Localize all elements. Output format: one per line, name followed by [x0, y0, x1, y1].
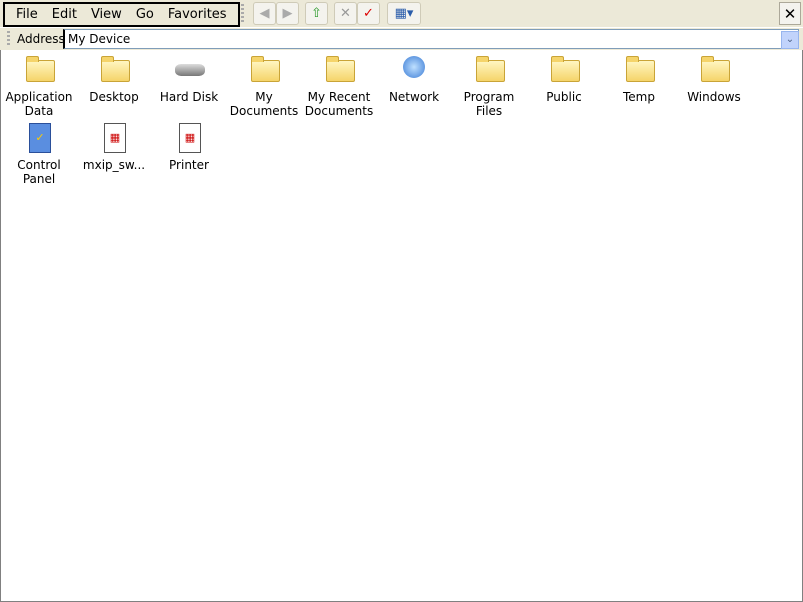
- properties-button[interactable]: ✓: [357, 2, 380, 25]
- views-button[interactable]: ▦▾: [387, 2, 421, 25]
- forward-button[interactable]: ▶: [276, 2, 299, 25]
- delete-button[interactable]: ✕: [334, 2, 357, 25]
- file-item-label: Application Data: [5, 90, 73, 118]
- folder-icon: [323, 54, 355, 86]
- file-item[interactable]: Desktop: [77, 54, 151, 104]
- menu-file[interactable]: File: [9, 7, 45, 22]
- address-dropdown-button[interactable]: ⌄: [781, 31, 799, 49]
- file-item-label: Desktop: [89, 90, 139, 104]
- file-item[interactable]: ▦ Printer: [152, 122, 226, 172]
- up-folder-button[interactable]: ⇧: [305, 2, 328, 25]
- file-item-label: mxip_sw...: [82, 158, 146, 172]
- hard-disk-icon: [173, 54, 205, 86]
- file-item-label: Network: [388, 90, 440, 104]
- file-item[interactable]: My Documents: [227, 54, 301, 118]
- file-item-label: Windows: [687, 90, 741, 104]
- file-item-label: Hard Disk: [159, 90, 219, 104]
- folder-icon: [698, 54, 730, 86]
- file-item[interactable]: ▦ mxip_sw...: [77, 122, 151, 172]
- menu-favorites[interactable]: Favorites: [161, 7, 234, 22]
- file-item[interactable]: Temp: [602, 54, 676, 104]
- address-grip[interactable]: [7, 31, 10, 47]
- menu-bar: File Edit View Go Favorites: [3, 2, 240, 27]
- folder-icon: [248, 54, 280, 86]
- file-item-label: My Recent Documents: [304, 90, 374, 118]
- file-item[interactable]: Network: [377, 54, 451, 104]
- control-panel-shortcut-icon: ✓: [23, 122, 55, 154]
- file-item-label: Control Panel: [17, 158, 61, 186]
- address-bar: Address My Device: [0, 28, 803, 50]
- back-button[interactable]: ◀: [253, 2, 276, 25]
- file-item[interactable]: Public: [527, 54, 601, 104]
- folder-icon: [623, 54, 655, 86]
- menu-edit[interactable]: Edit: [45, 7, 84, 22]
- file-item-label: My Documents: [229, 90, 299, 118]
- network-icon: [398, 54, 430, 86]
- close-button[interactable]: ✕: [779, 2, 801, 25]
- file-item-label: Program Files: [463, 90, 515, 118]
- toolbar-grip[interactable]: [241, 4, 244, 22]
- file-item[interactable]: Application Data: [2, 54, 76, 118]
- folder-icon: [98, 54, 130, 86]
- file-item-label: Temp: [623, 90, 655, 104]
- folder-icon: [473, 54, 505, 86]
- folder-icon: [548, 54, 580, 86]
- menu-view[interactable]: View: [84, 7, 129, 22]
- executable-icon: ▦: [173, 122, 205, 154]
- file-item[interactable]: Windows: [677, 54, 751, 104]
- menu-toolbar: File Edit View Go Favorites ◀ ▶ ⇧ ✕ ✓ ▦▾…: [0, 0, 803, 28]
- file-item[interactable]: My Recent Documents: [302, 54, 376, 118]
- file-item-label: Public: [546, 90, 582, 104]
- file-item[interactable]: Program Files: [452, 54, 526, 118]
- executable-icon: ▦: [98, 122, 130, 154]
- folder-icon: [23, 54, 55, 86]
- file-item[interactable]: ✓ Control Panel: [2, 122, 76, 186]
- address-label: Address: [17, 32, 65, 46]
- file-item-label: Printer: [169, 158, 209, 172]
- menu-go[interactable]: Go: [129, 7, 161, 22]
- address-input[interactable]: My Device: [63, 29, 799, 49]
- file-item[interactable]: Hard Disk: [152, 54, 226, 104]
